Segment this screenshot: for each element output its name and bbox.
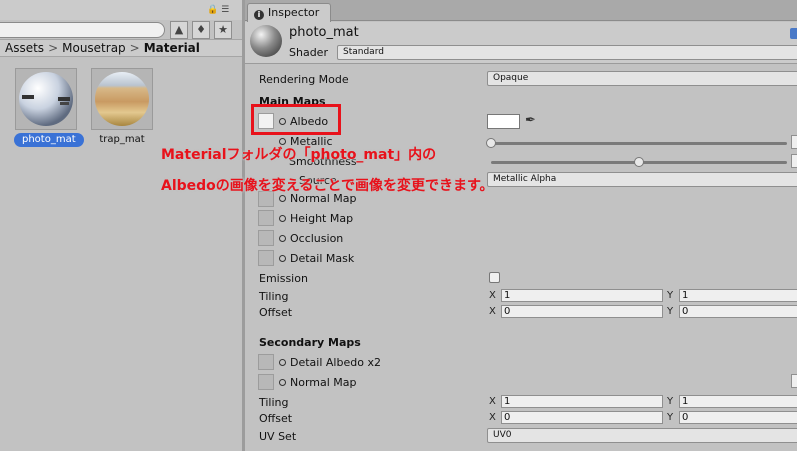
secondary-offset-y-field[interactable]: 0 <box>679 411 797 424</box>
main-tiling-label: Tiling <box>259 290 289 303</box>
main-offset-label: Offset <box>259 306 293 319</box>
asset-label: trap_mat <box>99 134 145 145</box>
trap-mat-thumbnail <box>91 68 153 130</box>
main-tiling-y-label: Y <box>667 290 674 301</box>
metallic-slider-knob[interactable] <box>486 138 496 148</box>
metallic-value-field[interactable] <box>791 135 797 149</box>
inspector-tab-bar: i Inspector <box>245 0 797 22</box>
uv-set-label: UV Set <box>259 430 297 443</box>
secondary-tiling-y-field[interactable]: 1 <box>679 395 797 408</box>
shader-label: Shader <box>289 46 328 59</box>
main-offset-y-field[interactable]: 0 <box>679 305 797 318</box>
height-map-texture-slot[interactable] <box>258 210 274 226</box>
emission-label: Emission <box>259 272 308 285</box>
secondary-normal-map-texture-slot[interactable] <box>258 374 274 390</box>
occlusion-label: Occlusion <box>279 232 343 245</box>
texture-picker-icon[interactable] <box>279 379 286 386</box>
main-tiling-x-field[interactable]: 1 <box>501 289 663 302</box>
occlusion-texture-slot[interactable] <box>258 230 274 246</box>
main-tiling-y-field[interactable]: 1 <box>679 289 797 302</box>
filter-by-type-icon[interactable]: ▲ <box>170 21 188 39</box>
secondary-offset-y-label: Y <box>667 412 674 423</box>
help-book-icon[interactable] <box>790 28 797 39</box>
texture-picker-icon[interactable] <box>279 255 286 262</box>
inspector-panel: i Inspector photo_mat Shader Standard Ren… <box>245 0 797 451</box>
filter-by-label-icon[interactable]: ♦ <box>192 21 210 39</box>
secondary-tiling-label: Tiling <box>259 396 289 409</box>
breadcrumb: Assets > Mousetrap > Material <box>0 39 242 57</box>
rendering-mode-label: Rendering Mode <box>259 73 349 86</box>
annotation-line-1: Materialフォルダの「photo_mat」内の <box>161 147 437 163</box>
menu-icon[interactable]: ☰ <box>221 5 229 15</box>
secondary-tiling-y-label: Y <box>667 396 674 407</box>
detail-albedo-texture-slot[interactable] <box>258 354 274 370</box>
rendering-mode-dropdown[interactable]: Opaque <box>487 71 797 86</box>
eyedropper-icon[interactable]: ✒ <box>525 113 536 128</box>
height-map-text: Height Map <box>290 212 354 225</box>
detail-albedo-label: Detail Albedo x2 <box>279 356 381 369</box>
breadcrumb-assets[interactable]: Assets <box>5 41 44 55</box>
albedo-color-swatch[interactable] <box>487 114 520 129</box>
detail-mask-texture-slot[interactable] <box>258 250 274 266</box>
main-offset-y-label: Y <box>667 306 674 317</box>
breadcrumb-separator-icon: > <box>48 41 59 55</box>
source-dropdown[interactable]: Metallic Alpha <box>487 172 797 187</box>
main-tiling-x-label: X <box>489 290 496 301</box>
occlusion-text: Occlusion <box>290 232 344 245</box>
smoothness-slider-knob[interactable] <box>634 157 644 167</box>
secondary-tiling-x-field[interactable]: 1 <box>501 395 663 408</box>
material-header: photo_mat Shader Standard <box>245 22 797 64</box>
secondary-maps-title: Secondary Maps <box>259 336 361 349</box>
project-search-input[interactable] <box>0 22 165 38</box>
secondary-tiling-x-label: X <box>489 396 496 407</box>
texture-picker-icon[interactable] <box>279 195 286 202</box>
detail-albedo-text: Detail Albedo x2 <box>290 356 381 369</box>
lock-icon[interactable]: 🔒 <box>207 5 218 15</box>
asset-trap-mat[interactable]: trap_mat <box>90 68 154 147</box>
detail-mask-text: Detail Mask <box>290 252 355 265</box>
smoothness-value-field[interactable] <box>791 154 797 168</box>
secondary-normal-scale-field[interactable] <box>791 374 797 388</box>
photo-mat-thumbnail <box>15 68 77 130</box>
favorite-star-icon[interactable]: ★ <box>214 21 232 39</box>
secondary-normal-map-text: Normal Map <box>290 376 357 389</box>
texture-picker-icon[interactable] <box>279 215 286 222</box>
uv-set-dropdown[interactable]: UV0 <box>487 428 797 443</box>
breadcrumb-material[interactable]: Material <box>144 41 200 55</box>
asset-photo-mat[interactable]: photo_mat <box>14 68 84 147</box>
texture-picker-icon[interactable] <box>279 235 286 242</box>
albedo-highlight-box <box>251 104 341 135</box>
secondary-offset-label: Offset <box>259 412 293 425</box>
project-panel: 🔒 ☰ ▲ ♦ ★ Assets >Mousetrap> Material <box>0 0 242 451</box>
main-offset-x-label: X <box>489 306 496 317</box>
height-map-label: Height Map <box>279 212 353 225</box>
main-offset-x-field[interactable]: 0 <box>501 305 663 318</box>
shader-dropdown[interactable]: Standard <box>337 45 797 60</box>
material-sphere-icon <box>250 25 282 57</box>
asset-label: photo_mat <box>14 133 84 147</box>
secondary-offset-x-label: X <box>489 412 496 423</box>
emission-checkbox[interactable] <box>489 272 500 283</box>
tab-inspector-label: Inspector <box>268 6 320 19</box>
tab-inspector[interactable]: i Inspector <box>247 3 331 22</box>
breadcrumb-separator-icon: > <box>129 41 140 55</box>
project-toolbar: 🔒 ☰ <box>0 0 242 20</box>
secondary-normal-map-label: Normal Map <box>279 376 357 389</box>
annotation-line-2: Albedoの画像を変えることで画像を変更できます。 <box>161 178 494 194</box>
breadcrumb-mousetrap[interactable]: Mousetrap <box>62 41 126 55</box>
info-icon: i <box>254 10 264 20</box>
texture-picker-icon[interactable] <box>279 359 286 366</box>
detail-mask-label: Detail Mask <box>279 252 354 265</box>
metallic-slider-track[interactable] <box>491 142 787 145</box>
material-name: photo_mat <box>289 25 359 40</box>
secondary-offset-x-field[interactable]: 0 <box>501 411 663 424</box>
